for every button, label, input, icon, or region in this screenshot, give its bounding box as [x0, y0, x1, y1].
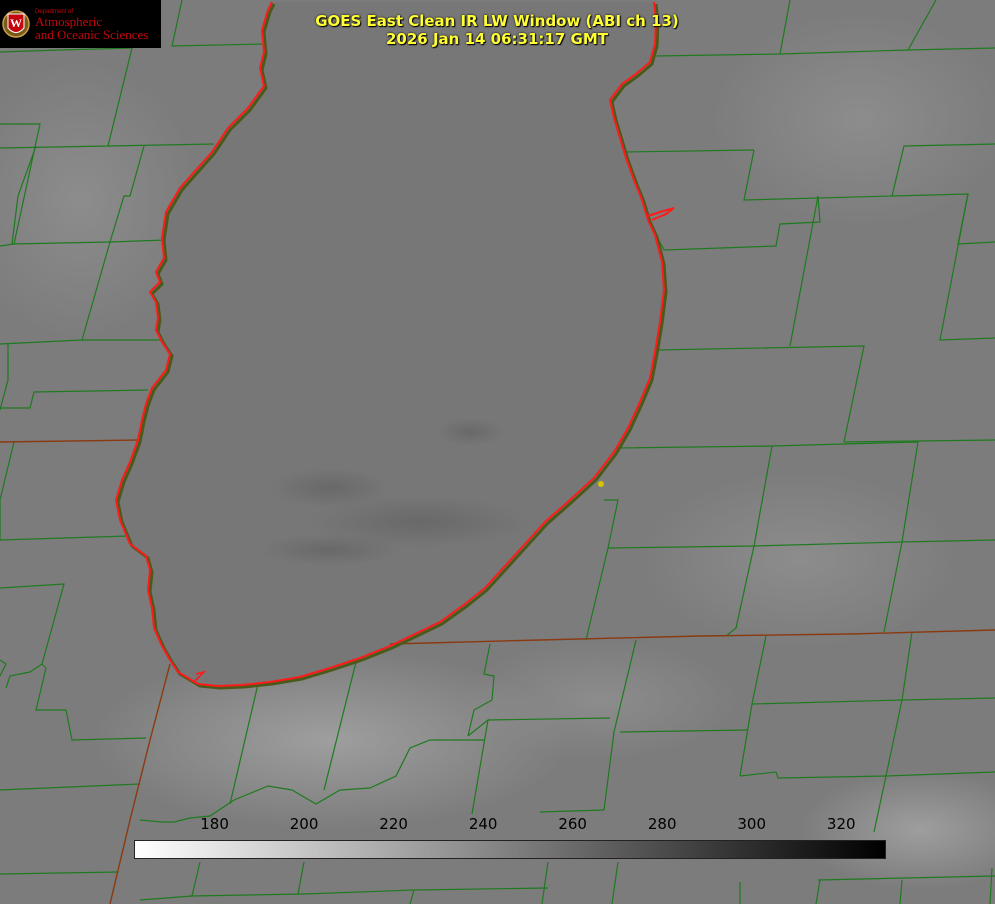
location-marker	[598, 481, 604, 487]
uw-crest-icon: W	[2, 10, 30, 38]
satellite-map	[0, 0, 995, 904]
colorbar-tick-320: 320	[826, 815, 856, 833]
colorbar-tick-300: 300	[737, 815, 767, 833]
colorbar	[134, 840, 886, 859]
image-timestamp: 2026 Jan 14 06:31:17 GMT	[386, 30, 608, 48]
colorbar-tick-180: 180	[200, 815, 229, 833]
colorbar-tick-200: 200	[289, 815, 319, 833]
image-title: GOES East Clean IR LW Window (ABI ch 13)	[315, 12, 679, 30]
svg-text:W: W	[10, 16, 22, 30]
colorbar-tick-280: 280	[647, 815, 677, 833]
colorbar-tick-260: 260	[558, 815, 587, 833]
colorbar-tick-240: 240	[468, 815, 498, 833]
logo-line2: and Oceanic Sciences	[35, 27, 149, 42]
colorbar-tick-220: 220	[379, 815, 408, 833]
uw-aos-logo: W Department of Atmospheric and Oceanic …	[0, 0, 161, 48]
